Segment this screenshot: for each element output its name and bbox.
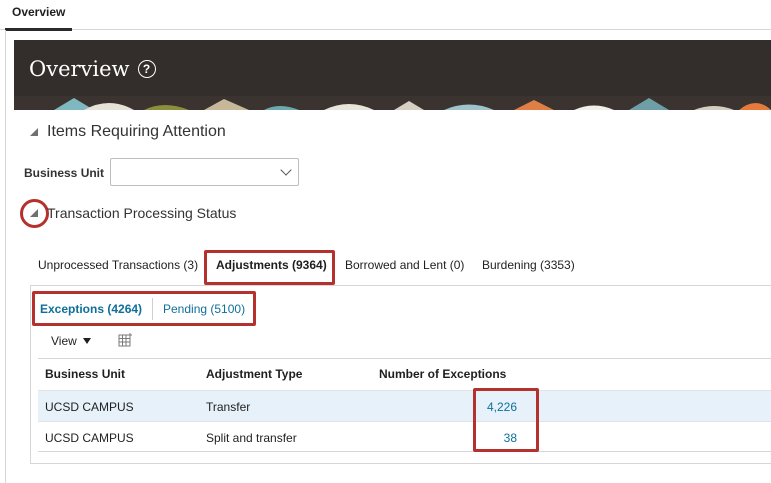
business-unit-select[interactable] (110, 158, 299, 186)
cell-business-unit: UCSD CAMPUS (45, 400, 134, 414)
section-title: Items Requiring Attention (47, 123, 226, 140)
tab-unprocessed-transactions[interactable]: Unprocessed Transactions (3) (38, 258, 198, 272)
overview-banner: Overview ? (14, 40, 771, 110)
left-divider (5, 30, 6, 483)
business-unit-label: Business Unit (24, 166, 105, 180)
column-header-number-of-exceptions[interactable]: Number of Exceptions (379, 367, 506, 381)
table-row[interactable]: UCSD CAMPUS Transfer 4,226 (38, 390, 771, 421)
cell-adjustment-type: Split and transfer (206, 431, 297, 445)
tab-burdening[interactable]: Burdening (3353) (482, 258, 575, 272)
column-header-business-unit[interactable]: Business Unit (45, 367, 125, 381)
highlight-box-adjustments (204, 250, 335, 285)
table-row[interactable]: UCSD CAMPUS Split and transfer 38 (38, 421, 771, 452)
highlight-box-exceptions (473, 388, 539, 452)
top-tab-strip: Overview (0, 0, 771, 31)
collapse-triangle-icon[interactable] (30, 128, 38, 136)
cell-business-unit: UCSD CAMPUS (45, 431, 134, 445)
section-title: Transaction Processing Status (47, 205, 237, 221)
column-header-adjustment-type[interactable]: Adjustment Type (206, 367, 302, 381)
freeze-columns-icon[interactable] (118, 332, 133, 348)
caret-down-icon (82, 338, 91, 344)
help-icon[interactable]: ? (137, 60, 156, 78)
page-title: Overview ? (29, 57, 156, 81)
tab-borrowed-and-lent[interactable]: Borrowed and Lent (0) (345, 258, 464, 272)
cell-adjustment-type: Transfer (206, 400, 251, 414)
toolbar-divider (38, 358, 771, 359)
page-title-text: Overview (29, 57, 130, 81)
section-items-requiring-attention[interactable]: Items Requiring Attention (30, 123, 226, 141)
view-menu-button[interactable]: View (51, 334, 91, 348)
section-transaction-processing-status[interactable]: Transaction Processing Status (30, 205, 236, 221)
collapse-triangle-icon[interactable] (30, 209, 38, 217)
highlight-box-subtabs (32, 291, 256, 326)
page: Overview Overview ? Items Requiring Atte… (0, 0, 771, 483)
status-tabs: Unprocessed Transactions (3) Adjustments… (30, 250, 771, 286)
banner-decoration (14, 96, 771, 110)
chevron-down-icon (280, 164, 292, 176)
tab-overview[interactable]: Overview (5, 0, 73, 31)
view-label: View (51, 334, 77, 348)
